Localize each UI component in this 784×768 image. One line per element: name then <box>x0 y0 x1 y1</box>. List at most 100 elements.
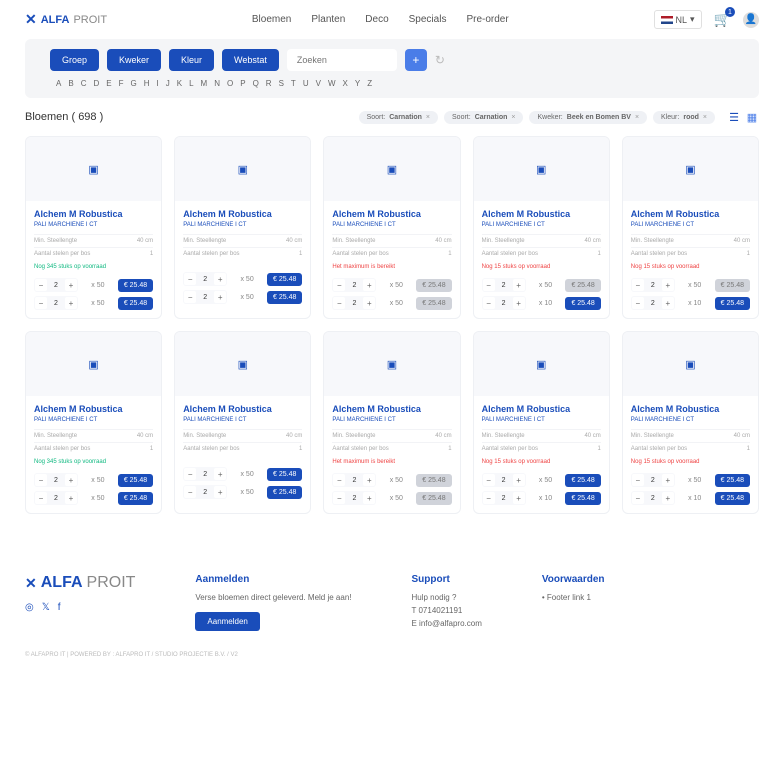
plus-button[interactable]: + <box>214 468 226 480</box>
close-icon[interactable]: × <box>703 114 707 121</box>
filter-webstat[interactable]: Webstat <box>222 49 279 71</box>
price-button[interactable]: € 25.48 <box>267 291 302 304</box>
signup-button[interactable]: Aanmelden <box>195 612 259 631</box>
alpha-V[interactable]: V <box>316 79 321 88</box>
product-image[interactable]: ▣ <box>623 137 758 201</box>
minus-button[interactable]: − <box>333 474 345 486</box>
minus-button[interactable]: − <box>184 468 196 480</box>
alpha-C[interactable]: C <box>81 79 87 88</box>
search-button[interactable]: + <box>405 49 427 71</box>
price-button[interactable]: € 25.48 <box>118 279 153 292</box>
twitter-icon[interactable]: 𝕏 <box>42 602 50 613</box>
alpha-W[interactable]: W <box>328 79 336 88</box>
minus-button[interactable]: − <box>35 492 47 504</box>
price-button[interactable]: € 25.48 <box>118 474 153 487</box>
plus-button[interactable]: + <box>214 486 226 498</box>
product-title[interactable]: Alchem M Robustica <box>631 209 750 219</box>
cart-button[interactable]: 🛒1 <box>714 11 731 28</box>
alpha-G[interactable]: G <box>130 79 136 88</box>
alpha-Q[interactable]: Q <box>253 79 259 88</box>
plus-button[interactable]: + <box>363 474 375 486</box>
plus-button[interactable]: + <box>363 279 375 291</box>
terms-link[interactable]: Footer link 1 <box>542 593 605 602</box>
minus-button[interactable]: − <box>632 492 644 504</box>
product-title[interactable]: Alchem M Robustica <box>482 404 601 414</box>
product-title[interactable]: Alchem M Robustica <box>183 209 302 219</box>
minus-button[interactable]: − <box>35 279 47 291</box>
product-title[interactable]: Alchem M Robustica <box>631 404 750 414</box>
plus-button[interactable]: + <box>65 474 77 486</box>
filter-kleur[interactable]: Kleur <box>169 49 214 71</box>
minus-button[interactable]: − <box>483 297 495 309</box>
alpha-A[interactable]: A <box>56 79 61 88</box>
filter-groep[interactable]: Groep <box>50 49 99 71</box>
minus-button[interactable]: − <box>632 279 644 291</box>
avatar[interactable]: 👤 <box>743 12 759 28</box>
price-button[interactable]: € 25.48 <box>565 474 600 487</box>
product-image[interactable]: ▣ <box>324 137 459 201</box>
alpha-N[interactable]: N <box>214 79 220 88</box>
alpha-P[interactable]: P <box>240 79 245 88</box>
nav-deco[interactable]: Deco <box>365 14 388 25</box>
product-image[interactable]: ▣ <box>324 332 459 396</box>
product-image[interactable]: ▣ <box>623 332 758 396</box>
product-image[interactable]: ▣ <box>474 332 609 396</box>
alpha-J[interactable]: J <box>166 79 170 88</box>
plus-button[interactable]: + <box>662 474 674 486</box>
plus-button[interactable]: + <box>214 273 226 285</box>
alpha-U[interactable]: U <box>303 79 309 88</box>
filter-kweker[interactable]: Kweker <box>107 49 161 71</box>
alpha-B[interactable]: B <box>68 79 73 88</box>
minus-button[interactable]: − <box>184 273 196 285</box>
minus-button[interactable]: − <box>184 486 196 498</box>
search-input[interactable] <box>287 49 397 71</box>
alpha-Y[interactable]: Y <box>355 79 360 88</box>
nav-pre-order[interactable]: Pre-order <box>466 14 508 25</box>
grid-view-icon[interactable]: ▦ <box>745 110 759 124</box>
price-button[interactable]: € 25.48 <box>267 273 302 286</box>
plus-button[interactable]: + <box>513 474 525 486</box>
plus-button[interactable]: + <box>513 492 525 504</box>
plus-button[interactable]: + <box>65 492 77 504</box>
language-selector[interactable]: NL▾ <box>654 10 702 29</box>
logo[interactable]: ✕ALFAPROIT <box>25 11 107 28</box>
price-button[interactable]: € 25.48 <box>565 492 600 505</box>
product-image[interactable]: ▣ <box>26 332 161 396</box>
product-title[interactable]: Alchem M Robustica <box>34 209 153 219</box>
alpha-R[interactable]: R <box>266 79 272 88</box>
product-title[interactable]: Alchem M Robustica <box>482 209 601 219</box>
plus-button[interactable]: + <box>363 297 375 309</box>
alpha-L[interactable]: L <box>189 79 193 88</box>
minus-button[interactable]: − <box>35 297 47 309</box>
alpha-M[interactable]: M <box>201 79 208 88</box>
price-button[interactable]: € 25.48 <box>715 474 750 487</box>
minus-button[interactable]: − <box>333 297 345 309</box>
history-icon[interactable]: ↻ <box>435 53 445 67</box>
alpha-H[interactable]: H <box>144 79 150 88</box>
close-icon[interactable]: × <box>635 114 639 121</box>
plus-button[interactable]: + <box>214 291 226 303</box>
product-title[interactable]: Alchem M Robustica <box>183 404 302 414</box>
nav-bloemen[interactable]: Bloemen <box>252 14 291 25</box>
minus-button[interactable]: − <box>632 297 644 309</box>
minus-button[interactable]: − <box>483 492 495 504</box>
minus-button[interactable]: − <box>632 474 644 486</box>
plus-button[interactable]: + <box>363 492 375 504</box>
alpha-K[interactable]: K <box>177 79 182 88</box>
plus-button[interactable]: + <box>662 297 674 309</box>
price-button[interactable]: € 25.48 <box>118 492 153 505</box>
plus-button[interactable]: + <box>662 279 674 291</box>
minus-button[interactable]: − <box>483 279 495 291</box>
product-title[interactable]: Alchem M Robustica <box>332 404 451 414</box>
price-button[interactable]: € 25.48 <box>715 297 750 310</box>
alpha-I[interactable]: I <box>157 79 159 88</box>
facebook-icon[interactable]: f <box>58 602 61 613</box>
product-title[interactable]: Alchem M Robustica <box>34 404 153 414</box>
price-button[interactable]: € 25.48 <box>565 297 600 310</box>
nav-specials[interactable]: Specials <box>409 14 447 25</box>
minus-button[interactable]: − <box>184 291 196 303</box>
minus-button[interactable]: − <box>35 474 47 486</box>
alpha-O[interactable]: O <box>227 79 233 88</box>
plus-button[interactable]: + <box>513 297 525 309</box>
alpha-Z[interactable]: Z <box>367 79 372 88</box>
